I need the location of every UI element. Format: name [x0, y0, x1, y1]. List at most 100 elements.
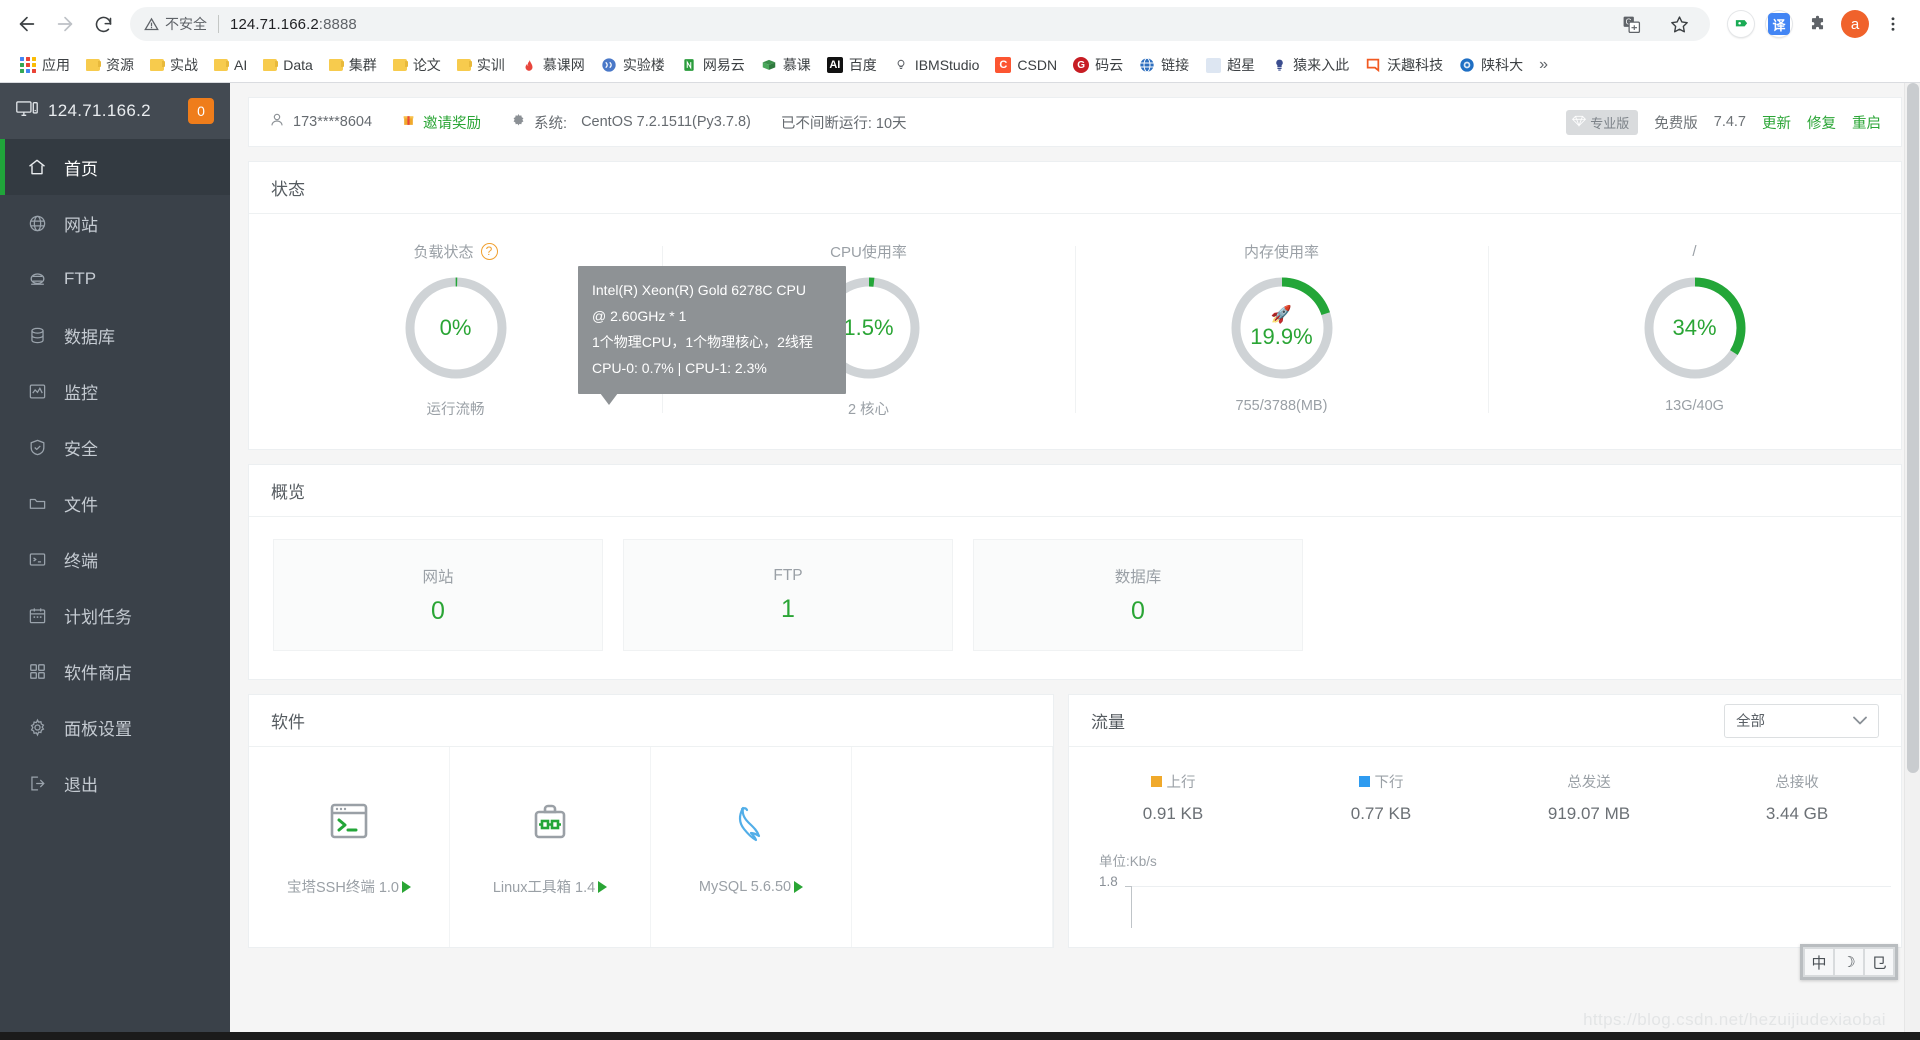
sidebar-label: 文件 — [64, 495, 98, 515]
bookmark-item[interactable]: 实验楼 — [593, 52, 673, 78]
overview-tile-website[interactable]: 网站 0 — [273, 539, 603, 651]
sidebar-item-cron[interactable]: 计划任务 — [0, 587, 230, 643]
edition-label: 免费版 — [1654, 115, 1698, 132]
bookmark-item[interactable]: 链接 — [1131, 52, 1197, 78]
traffic-stat-download: 下行 0.77 KB — [1277, 771, 1485, 824]
bookmark-item[interactable]: 应用 — [12, 52, 78, 78]
profile-avatar[interactable]: a — [1838, 7, 1872, 41]
play-icon[interactable] — [794, 880, 804, 893]
reload-icon[interactable] — [86, 7, 120, 41]
software-item-mysql[interactable]: MySQL 5.6.50 — [651, 747, 852, 947]
gauge-value: 0% — [439, 315, 472, 340]
bookmark-label: 慕课 — [782, 57, 811, 73]
bookmark-item[interactable]: 沃趣科技 — [1357, 52, 1451, 78]
repair-button[interactable]: 修复 — [1807, 112, 1836, 133]
chart-unit-label: 单位:Kb/s — [1099, 854, 1157, 869]
play-icon[interactable] — [598, 880, 608, 893]
software-item-linux-toolbox[interactable]: Linux工具箱 1.4 — [450, 747, 651, 947]
pro-badge[interactable]: 专业版 — [1566, 109, 1639, 135]
bookmark-label: 陕科大 — [1481, 57, 1524, 73]
bookmark-label: 网易云 — [702, 57, 745, 73]
back-arrow-icon[interactable] — [10, 7, 44, 41]
ime-key-moon[interactable]: ☽ — [1835, 949, 1863, 975]
bookmark-item[interactable]: 慕课 — [753, 52, 819, 78]
bookmark-item[interactable]: 资源 — [78, 52, 142, 78]
sidebar-item-panel-settings[interactable]: 面板设置 — [0, 699, 230, 755]
sidebar-item-database[interactable]: 数据库 — [0, 307, 230, 363]
bookmark-label: AI — [234, 57, 248, 73]
sidebar-item-home[interactable]: 首页 — [0, 139, 230, 195]
page-body: 124.71.166.2 0 首页 网站 FTP 数据库 监控 安全 文件 终端… — [0, 83, 1920, 1040]
avatar-initial: a — [1841, 10, 1869, 38]
overview-tile-ftp[interactable]: FTP 1 — [623, 539, 953, 651]
ime-toolbar[interactable]: 中 ☽ ⺋ — [1800, 944, 1898, 980]
stat-label: 上行 — [1150, 771, 1196, 792]
woqu-icon — [1365, 57, 1381, 73]
system-label: 系统: — [534, 115, 568, 132]
play-icon[interactable] — [402, 880, 411, 893]
bookmark-label: 实验楼 — [622, 57, 665, 73]
traffic-chart: 1.8 — [1069, 874, 1901, 928]
gauge-label: / — [1692, 242, 1697, 260]
gauge-subtitle: 2 核心 — [847, 402, 890, 418]
page-scrollbar[interactable] — [1904, 83, 1920, 1040]
taskbar-strip — [0, 1032, 1920, 1040]
address-bar[interactable]: 不安全 124.71.166.2:8888 G — [130, 7, 1710, 41]
traffic-filter-select[interactable]: 全部 — [1724, 703, 1879, 738]
forward-arrow-icon[interactable] — [48, 7, 82, 41]
sidebar-item-security[interactable]: 安全 — [0, 419, 230, 475]
ime-key-chinese[interactable]: 中 — [1805, 949, 1833, 975]
bookmark-item[interactable]: AI 百度 — [819, 52, 885, 78]
bookmark-item[interactable]: 陕科大 — [1451, 52, 1531, 78]
bookmark-item[interactable]: 实战 — [142, 52, 206, 78]
update-button[interactable]: 更新 — [1762, 112, 1791, 133]
software-item-bt-ssh[interactable]: 宝塔SSH终端 1.0 — [249, 747, 450, 947]
bookmark-item[interactable]: 实训 — [449, 52, 513, 78]
bookmark-item[interactable]: AI — [206, 54, 255, 76]
extension-green-icon[interactable] — [1724, 7, 1758, 41]
bookmark-item[interactable]: 慕课网 — [513, 52, 593, 78]
tile-count: 0 — [431, 596, 445, 625]
bookmark-item[interactable]: 网易云 — [673, 52, 753, 78]
sidebar-label: FTP — [64, 269, 97, 288]
help-icon[interactable]: ? — [480, 242, 498, 260]
sidebar-item-appstore[interactable]: 软件商店 — [0, 643, 230, 699]
bookmark-item[interactable]: G 码云 — [1065, 52, 1131, 78]
status-gauges: 负载状态 ? 0% 运行流畅 CPU使用率 1.5% 2 核心 内存使用率 🚀 … — [249, 214, 1901, 449]
invite-reward-link[interactable]: 邀请奖励 — [402, 112, 481, 133]
sidebar-label: 监控 — [64, 383, 98, 403]
bookmarks-overflow-button[interactable]: » — [1531, 56, 1556, 74]
bookmark-item[interactable]: 集群 — [321, 52, 385, 78]
sidebar-item-files[interactable]: 文件 — [0, 475, 230, 531]
gauge-disk: / 34% 13G/40G — [1488, 240, 1901, 419]
sidebar-item-website[interactable]: 网站 — [0, 195, 230, 251]
software-item-empty — [852, 747, 1053, 947]
bookmark-item[interactable]: 猿来入此 — [1263, 52, 1357, 78]
bookmark-item[interactable]: 超星 — [1197, 52, 1263, 78]
gauge-title: / — [1692, 240, 1696, 262]
three-dot-menu-icon[interactable] — [1876, 7, 1910, 41]
sidebar-item-ftp[interactable]: FTP — [0, 251, 230, 307]
google-translate-icon[interactable]: G — [1614, 7, 1648, 41]
bookmark-item[interactable]: IBMStudio — [885, 54, 988, 76]
scrollbar-thumb[interactable] — [1907, 83, 1919, 773]
restart-button[interactable]: 重启 — [1852, 112, 1881, 133]
overview-tile-database[interactable]: 数据库 0 — [973, 539, 1303, 651]
ime-key-mode[interactable]: ⺋ — [1865, 949, 1893, 975]
puzzle-icon[interactable] — [1800, 7, 1834, 41]
translate-extension-icon[interactable]: 译 — [1762, 7, 1796, 41]
sidebar-item-terminal[interactable]: 终端 — [0, 531, 230, 587]
software-card: 软件 宝塔SSH终端 1.0 Linux工具箱 1.4 MySQL 5.6.50 — [248, 694, 1054, 948]
sidebar-item-logout[interactable]: 退出 — [0, 755, 230, 811]
sidebar-label: 终端 — [64, 551, 98, 571]
star-icon[interactable] — [1662, 7, 1696, 41]
bookmark-item[interactable]: C CSDN — [987, 54, 1065, 76]
sidebar-notification-badge[interactable]: 0 — [188, 98, 214, 124]
account-user[interactable]: 173****8604 — [269, 112, 372, 132]
bookmark-item[interactable]: Data — [255, 54, 321, 76]
security-warning[interactable]: 不安全 — [144, 14, 207, 34]
folder-icon — [263, 59, 279, 71]
traffic-stat-upload: 上行 0.91 KB — [1069, 771, 1277, 824]
sidebar-item-monitor[interactable]: 监控 — [0, 363, 230, 419]
bookmark-item[interactable]: 论文 — [385, 52, 449, 78]
